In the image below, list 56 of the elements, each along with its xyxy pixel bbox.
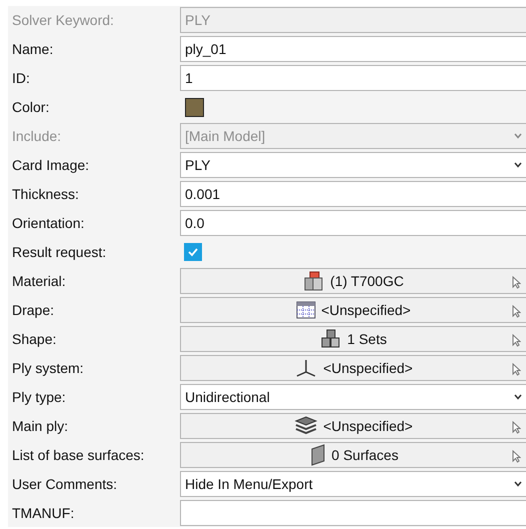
cursor-icon (512, 305, 521, 318)
entity-selector[interactable]: 0 Surfaces (180, 442, 526, 468)
entity-value: <Unspecified> (321, 302, 411, 318)
entity-value: (1) T700GC (330, 273, 404, 289)
field-label: Ply type: (11, 389, 67, 405)
entity-value: 1 Sets (347, 331, 387, 347)
field-label: ID: (11, 70, 31, 86)
cursor-icon (512, 276, 521, 289)
field-label: Color: (11, 99, 50, 115)
text-field[interactable]: 0.0 (180, 210, 526, 236)
surface-icon (308, 444, 327, 466)
field-label: TMANUF: (11, 505, 76, 521)
field-label: Orientation: (11, 215, 86, 231)
field-label: Thickness: (11, 186, 80, 202)
material-icon (303, 270, 326, 292)
cubes-icon (320, 328, 342, 350)
entity-selector[interactable]: <Unspecified> (180, 355, 526, 381)
checkbox[interactable] (184, 243, 202, 261)
cursor-icon (512, 421, 521, 434)
field-label: Include: (11, 128, 62, 144)
field-label: Shape: (11, 331, 58, 347)
field-label: Drape: (11, 302, 56, 318)
chevron-icon (514, 162, 522, 168)
cursor-icon (512, 334, 521, 347)
dropdown[interactable]: Hide In Menu/Export (180, 471, 526, 497)
entity-value: 0 Surfaces (332, 447, 398, 463)
text-field[interactable]: ply_01 (180, 36, 526, 62)
entity-selector[interactable]: <Unspecified> (180, 297, 526, 323)
table-icon (296, 301, 316, 319)
entity-selector[interactable]: (1) T700GC (180, 268, 526, 294)
readonly-field: PLY (180, 7, 526, 33)
field-label: Solver Keyword: (11, 12, 115, 28)
field-label: Main ply: (11, 418, 70, 434)
field-label: User Comments: (11, 476, 118, 492)
entity-value: <Unspecified> (323, 418, 413, 434)
text-field[interactable]: 0.001 (180, 181, 526, 207)
field-label: Material: (11, 273, 67, 289)
text-field[interactable] (180, 500, 526, 526)
field-label: Name: (11, 41, 54, 57)
entity-selector[interactable]: <Unspecified> (180, 413, 526, 439)
dropdown[interactable]: PLY (180, 152, 526, 178)
entity-selector[interactable]: 1 Sets (180, 326, 526, 352)
chevron-icon (514, 481, 522, 487)
chevron-icon (514, 394, 522, 400)
text-field[interactable]: 1 (180, 65, 526, 91)
field-label: Result request: (11, 244, 108, 260)
field-label: Ply system: (11, 360, 85, 376)
chevron-icon (514, 133, 522, 139)
dropdown[interactable]: Unidirectional (180, 384, 526, 410)
field-label: List of base surfaces: (11, 447, 146, 463)
entity-value: <Unspecified> (323, 360, 413, 376)
color-swatch[interactable] (185, 98, 204, 116)
cursor-icon (512, 450, 521, 463)
layers-icon (294, 416, 318, 436)
cursor-icon (512, 363, 521, 376)
field-label: Card Image: (11, 157, 90, 173)
